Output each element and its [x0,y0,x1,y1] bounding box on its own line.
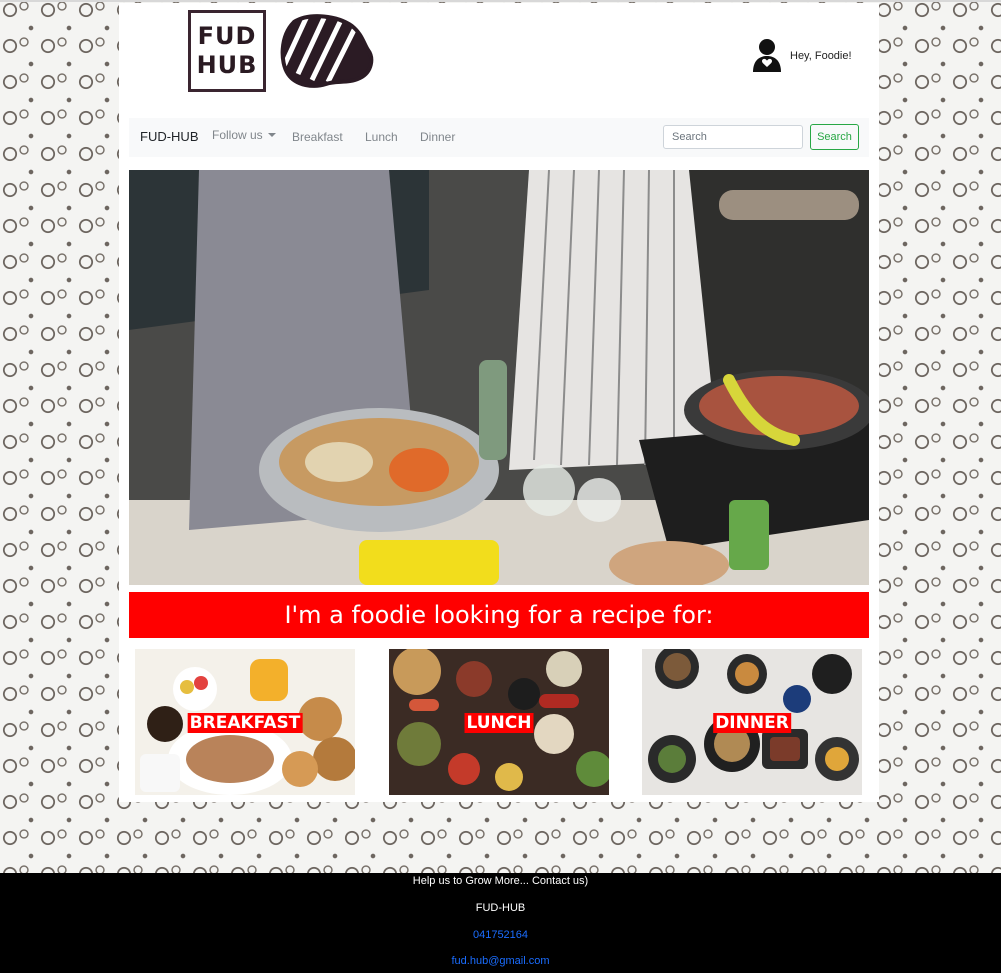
nav-link-dinner[interactable]: Dinner [420,130,455,144]
logo-text-line1: FUD [197,22,257,50]
follow-us-label: Follow us [212,128,263,142]
footer-email-link[interactable]: fud.hub@gmail.com [0,955,1001,967]
navbar-brand[interactable]: FUD-HUB [140,129,199,144]
lunch-label: LUNCH [464,713,534,733]
logo-text-line2: HUB [196,51,258,79]
breakfast-card[interactable]: BREAKFAST [135,649,355,795]
footer-brand: FUD-HUB [475,902,526,914]
follow-us-dropdown[interactable]: Follow us [212,128,276,142]
fud-hub-logo[interactable]: FUD HUB [188,10,266,92]
footer-contact-text: Help us to Grow More... Contact us) [412,875,589,887]
lunch-card[interactable]: LUNCH [389,649,609,795]
caret-down-icon [267,133,276,137]
user-icon [753,39,781,72]
dinner-card[interactable]: DINNER [642,649,862,795]
main-container: FUD HUB Hey, Foodie! FUD-HUB Follow us B… [119,3,879,802]
nav-link-breakfast[interactable]: Breakfast [292,130,343,144]
top-divider [0,0,1001,2]
footer-phone-link[interactable]: 041752164 [0,929,1001,941]
search-input[interactable] [663,125,803,149]
site-header: FUD HUB Hey, Foodie! [119,3,879,115]
steak-icon [280,14,374,88]
recipe-prompt-banner: I'm a foodie looking for a recipe for: [129,592,869,638]
breakfast-label: BREAKFAST [187,713,303,733]
navbar: FUD-HUB Follow us Breakfast Lunch Dinner… [129,118,869,157]
user-menu[interactable]: Hey, Foodie! [752,38,852,74]
site-footer: Help us to Grow More... Contact us) FUD-… [0,873,1001,973]
search-button[interactable]: Search [810,124,859,150]
dinner-label: DINNER [713,713,791,733]
nav-link-lunch[interactable]: Lunch [365,130,398,144]
cooking-scene-image [129,170,869,585]
greeting-text: Hey, Foodie! [790,50,852,62]
hero-cooking-photo [129,170,869,585]
